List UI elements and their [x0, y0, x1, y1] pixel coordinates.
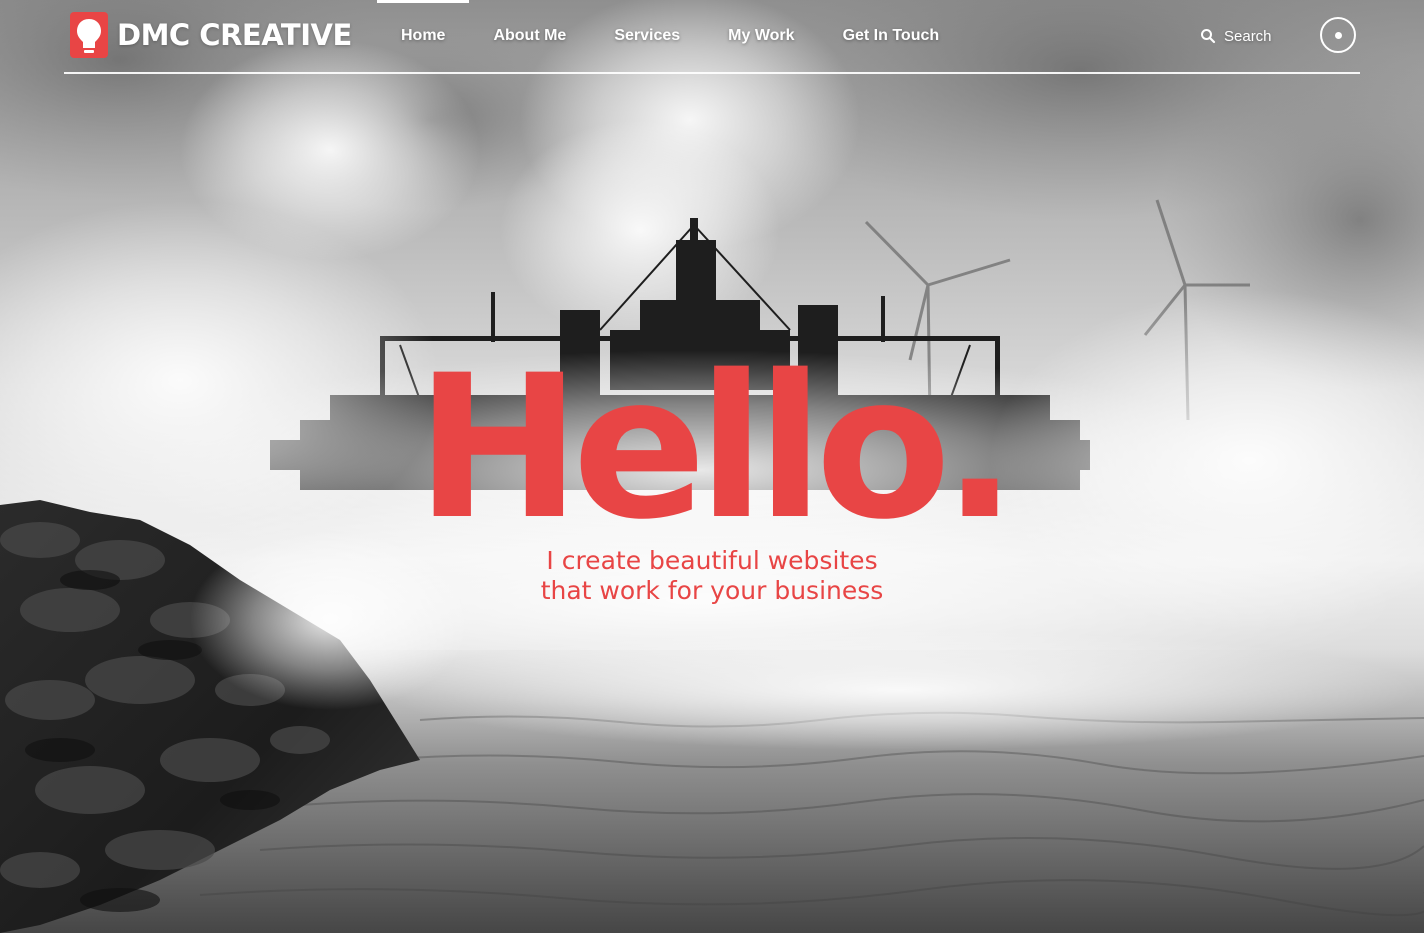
hero-title: Hello. — [415, 332, 1018, 563]
nav-item-home[interactable]: Home — [377, 0, 470, 72]
page: DMC CREATIVE Home About Me Services My W… — [0, 0, 1424, 933]
brand-logo[interactable]: DMC CREATIVE — [70, 12, 352, 58]
brand-name: DMC CREATIVE — [117, 18, 352, 52]
site-header: DMC CREATIVE Home About Me Services My W… — [64, 0, 1360, 74]
menu-toggle-button[interactable] — [1320, 17, 1356, 53]
hero-subtitle-line-1: I create beautiful websites — [546, 546, 878, 575]
hero-subtitle: I create beautiful websites that work fo… — [0, 546, 1424, 606]
dot-icon — [1334, 31, 1342, 39]
search-icon — [1201, 29, 1216, 44]
lightbulb-icon — [70, 12, 108, 58]
search-button[interactable]: Search — [1200, 24, 1272, 48]
hero-subtitle-line-2: that work for your business — [540, 576, 884, 605]
main-nav: Home About Me Services My Work Get In To… — [377, 0, 963, 72]
nav-item-my-work[interactable]: My Work — [704, 0, 818, 72]
nav-item-services[interactable]: Services — [590, 0, 704, 72]
nav-item-about-me[interactable]: About Me — [469, 0, 590, 72]
nav-item-get-in-touch[interactable]: Get In Touch — [819, 0, 964, 72]
search-label: Search — [1224, 27, 1272, 45]
